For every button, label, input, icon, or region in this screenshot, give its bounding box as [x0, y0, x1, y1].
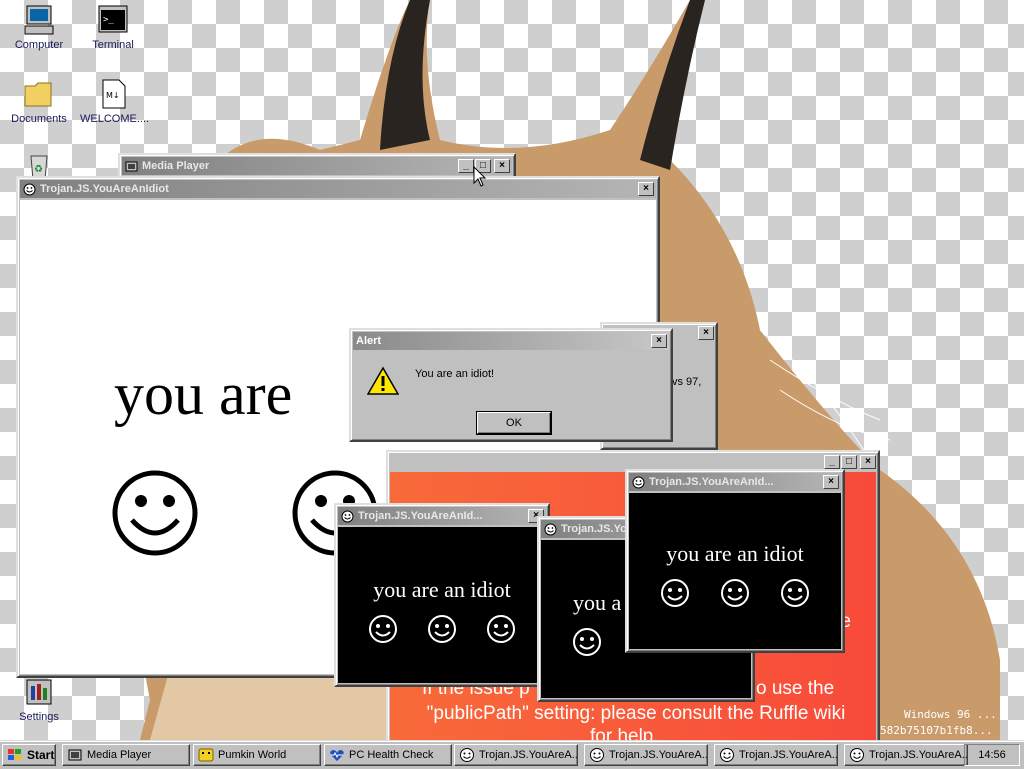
small-smiley-icon [369, 615, 398, 643]
close-button[interactable]: × [823, 475, 839, 489]
warning-icon [367, 366, 399, 395]
ruffle-text-line3: "publicPath" setting: please consult the… [426, 703, 846, 724]
os-watermark-hash: 582b75107b1fb8... [880, 724, 993, 737]
smiley-icon [632, 476, 645, 489]
smiley-icon [850, 748, 864, 762]
ruffle-text-line2b: o use the [756, 678, 835, 699]
taskbar-clock[interactable]: 14:56 [964, 744, 1020, 766]
start-label: Start [27, 748, 55, 762]
taskbar-item-label: Pumkin World [218, 749, 287, 761]
alert-message: You are an idiot! [415, 368, 495, 380]
window-title: Trojan.JS.YouAreAnIdiot [40, 183, 169, 195]
window-title: Trojan.JS.YouAreAnId... [649, 476, 774, 488]
smiley-icon [590, 748, 604, 762]
desktop-icon-settings[interactable]: Settings [6, 676, 72, 723]
alert-titlebar[interactable]: Alert × [353, 332, 669, 350]
taskbar-item-trojan-4[interactable]: Trojan.JS.YouAreA... [844, 744, 968, 766]
svg-text:M↓: M↓ [106, 91, 120, 100]
folder-icon [23, 78, 55, 110]
smiley-icon [720, 748, 734, 762]
start-logo-icon [8, 749, 21, 760]
desktop-icon-terminal[interactable]: >_ Terminal [80, 4, 146, 51]
window-title: Media Player [142, 160, 210, 172]
desktop-icon-welcome[interactable]: M↓ WELCOME.... [80, 78, 150, 125]
media-player-icon [125, 160, 138, 173]
trojan-window-3[interactable]: Trojan.JS.YouAreAnId... × you are an idi… [625, 469, 845, 653]
media-player-icon [68, 749, 82, 761]
smiley-icon [23, 183, 36, 196]
taskbar-item-label: Media Player [87, 749, 152, 761]
trojan-titlebar[interactable]: Trojan.JS.YouAreAnId... × [338, 507, 546, 525]
idiot-text: you are an idiot [373, 577, 511, 602]
taskbar-item-trojan-3[interactable]: Trojan.JS.YouAreA... [714, 744, 838, 766]
idiot-text: you are [114, 361, 293, 427]
svg-text:>_: >_ [103, 15, 114, 25]
health-heart-icon [330, 750, 344, 761]
trojan-window-1[interactable]: Trojan.JS.YouAreAnId... × you are an idi… [334, 503, 550, 687]
smiley-icon [544, 523, 557, 536]
start-button[interactable]: Start [2, 744, 56, 766]
os-watermark: Windows 96 ... [904, 708, 997, 721]
alert-dialog[interactable]: Alert × You are an idiot! OK [349, 328, 673, 442]
idiot-text: you a [573, 590, 622, 615]
minimize-button[interactable]: _ [824, 455, 840, 469]
taskbar-item-label: Trojan.JS.YouAreA... [479, 749, 578, 761]
trojan-content: you are an idiot [338, 527, 546, 683]
small-smiley-icon [427, 615, 456, 643]
taskbar-item-trojan-2[interactable]: Trojan.JS.YouAreA... [584, 744, 708, 766]
close-button[interactable]: × [860, 455, 876, 469]
desktop-icon-computer[interactable]: Computer [6, 4, 72, 51]
big-smiley-icon [112, 470, 198, 556]
taskbar-item-label: Trojan.JS.YouAreA... [739, 749, 838, 761]
pumpkin-icon [198, 748, 214, 762]
trojan-content: you are an idiot [629, 493, 841, 649]
small-smiley-icon [573, 628, 601, 656]
desktop-icon-label: WELCOME.... [80, 113, 150, 125]
small-smiley-icon [486, 615, 515, 643]
smiley-icon [460, 748, 474, 762]
close-button[interactable]: × [698, 326, 714, 340]
trojan-main-titlebar[interactable]: Trojan.JS.YouAreAnIdiot × [20, 180, 656, 198]
ok-button[interactable]: OK [477, 412, 551, 434]
small-smiley-icon [781, 579, 809, 607]
taskbar-item-label: Trojan.JS.YouAreA... [869, 749, 968, 761]
media-player-titlebar[interactable]: Media Player _ □ × [122, 157, 512, 175]
taskbar-item-pumkin-world[interactable]: Pumkin World [193, 744, 321, 766]
desktop-icon-label: Settings [19, 711, 59, 723]
taskbar-item-pc-health-check[interactable]: PC Health Check [324, 744, 452, 766]
idiot-text: you are an idiot [666, 541, 804, 566]
desktop-icon-label: Documents [11, 113, 67, 125]
smiley-icon [341, 510, 354, 523]
taskbar-item-label: Trojan.JS.YouAreA... [609, 749, 708, 761]
settings-icon [23, 676, 55, 708]
trojan-titlebar[interactable]: Trojan.JS.YouAreAnId... × [629, 473, 841, 491]
taskbar-item-trojan-1[interactable]: Trojan.JS.YouAreA... [454, 744, 578, 766]
window-title: Alert [356, 335, 382, 347]
close-button[interactable]: × [651, 334, 667, 348]
close-button[interactable]: × [638, 182, 654, 196]
window-title: Trojan.JS.YouAreAnId... [358, 510, 483, 522]
computer-icon [23, 4, 55, 36]
maximize-button[interactable]: □ [841, 455, 857, 469]
taskbar-item-label: PC Health Check [349, 749, 434, 761]
small-smiley-icon [721, 579, 749, 607]
desktop-icon-label: Computer [14, 39, 64, 51]
small-smiley-icon [661, 579, 689, 607]
taskbar: Start Media Player Pumkin World PC Healt… [0, 740, 1024, 769]
mouse-cursor [473, 166, 487, 187]
markdown-file-icon: M↓ [97, 78, 129, 110]
desktop-icon-label: Terminal [92, 39, 134, 51]
dialog-snippet: vs 97, [672, 376, 702, 388]
svg-text:♻: ♻ [34, 164, 43, 175]
desktop-icon-documents[interactable]: Documents [6, 78, 72, 125]
taskbar-item-media-player[interactable]: Media Player [62, 744, 190, 766]
terminal-icon: >_ [97, 4, 129, 36]
minimize-button[interactable]: _ [458, 159, 474, 173]
close-button[interactable]: × [494, 159, 510, 173]
